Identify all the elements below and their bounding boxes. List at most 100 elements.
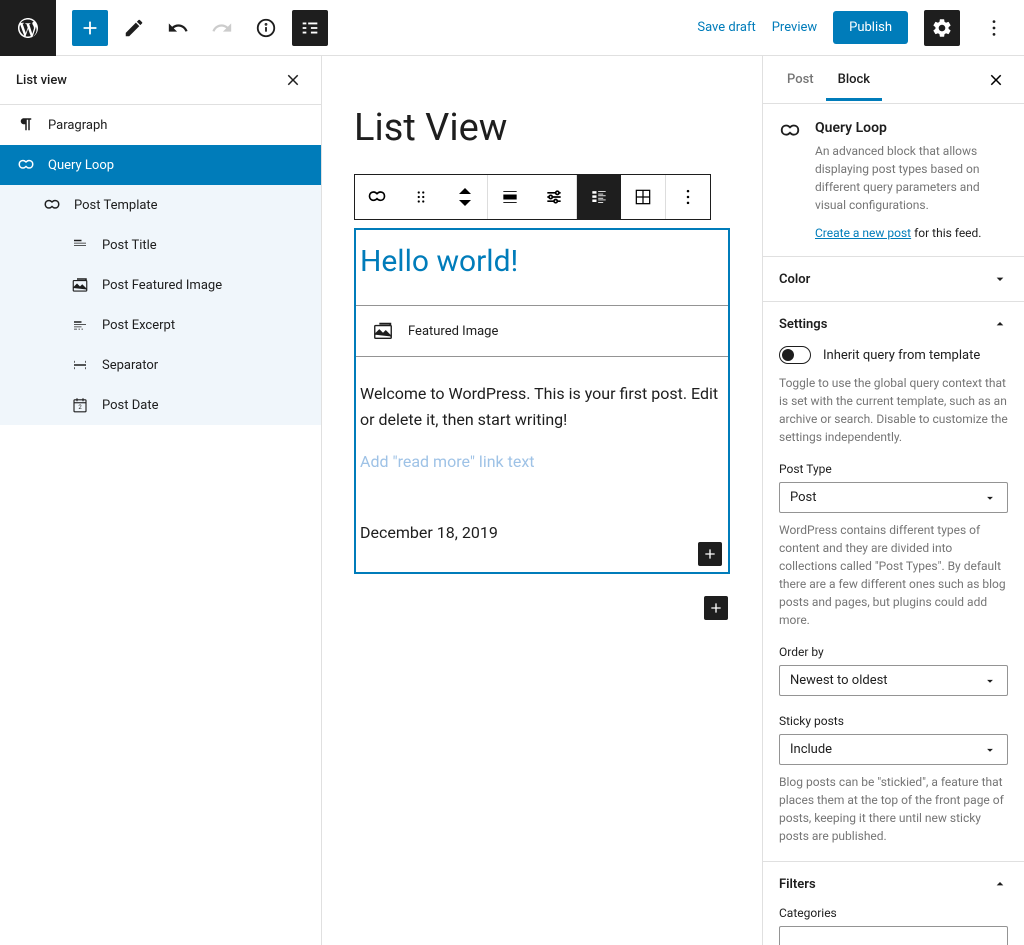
add-block-button[interactable] [72,10,108,46]
chevron-up-icon [992,876,1008,892]
categories-input[interactable] [779,926,1008,945]
undo-button[interactable] [160,10,196,46]
align-button[interactable] [488,175,532,219]
settings-button[interactable] [924,10,960,46]
list-view-panel: List view Paragraph Query Loop Post Temp… [0,56,322,945]
chevron-down-icon [983,674,997,688]
query-loop-block[interactable]: Hello world! Featured Image Welcome to W… [354,228,730,574]
add-block-inside-button[interactable] [698,542,722,566]
tree-item-label: Separator [102,358,158,373]
tree-item-paragraph[interactable]: Paragraph [0,105,321,145]
featured-image-icon [372,320,394,342]
inherit-query-toggle[interactable] [779,346,811,364]
create-post-link[interactable]: Create a new post [815,226,911,240]
panel-filters-header[interactable]: Filters [763,862,1024,906]
tree-item-post-template[interactable]: Post Template [0,185,321,225]
date-icon: 2 [70,395,90,415]
tree-item-label: Post Excerpt [102,318,175,333]
tree-item-label: Post Date [102,398,158,413]
tree-item-post-excerpt[interactable]: Post Excerpt [0,305,321,345]
tree-item-post-title[interactable]: Post Title [0,225,321,265]
sidebar-close-button[interactable] [980,64,1012,96]
toolbar-right-group: Save draft Preview Publish [697,10,1024,46]
move-up-down-button[interactable] [443,175,487,219]
block-toolbar [354,174,711,220]
list-view-close-button[interactable] [281,68,305,92]
post-date-block[interactable]: December 18, 2019 [356,511,728,572]
sticky-posts-select[interactable]: Include [779,734,1008,765]
top-toolbar: Save draft Preview Publish [0,0,1024,56]
page-title[interactable]: List View [354,106,730,150]
chevron-down-icon [992,271,1008,287]
panel-settings: Settings Inherit query from template Tog… [763,302,1024,862]
chevron-down-icon [983,743,997,757]
featured-image-block[interactable]: Featured Image [356,306,728,357]
inherit-query-help: Toggle to use the global query context t… [779,374,1008,446]
tree-item-post-date[interactable]: 2 Post Date [0,385,321,425]
post-type-value: Post [790,490,817,505]
sidebar-tabs: Post Block [763,56,1024,104]
order-by-select[interactable]: Newest to oldest [779,665,1008,696]
sticky-posts-help: Blog posts can be "stickied", a feature … [779,773,1008,845]
block-type-button[interactable] [355,175,399,219]
post-type-label: Post Type [779,462,1008,476]
tree-item-query-loop[interactable]: Query Loop [0,145,321,185]
post-type-select[interactable]: Post [779,482,1008,513]
sticky-posts-label: Sticky posts [779,714,1008,728]
tab-post[interactable]: Post [775,58,826,101]
list-view-panel-title: List view [16,73,67,88]
tree-item-label: Paragraph [48,118,107,133]
create-post-suffix: for this feed. [911,226,981,240]
info-button[interactable] [248,10,284,46]
panel-filters: Filters Categories [763,862,1024,945]
panel-settings-header[interactable]: Settings [763,302,1024,346]
block-card-title: Query Loop [815,120,1008,136]
more-options-button[interactable] [976,10,1012,46]
post-excerpt-block[interactable]: Welcome to WordPress. This is your first… [356,357,728,438]
query-loop-icon [42,195,62,215]
separator-block[interactable] [356,489,728,511]
list-view-toggle-button[interactable] [292,10,328,46]
read-more-input[interactable]: Add "read more" link text [356,452,728,489]
categories-label: Categories [779,906,1008,920]
panel-color-header[interactable]: Color [763,257,1024,301]
redo-button[interactable] [204,10,240,46]
tree-item-label: Post Template [74,198,158,213]
tree-item-separator[interactable]: Separator [0,345,321,385]
panel-color: Color [763,257,1024,302]
sticky-posts-value: Include [790,742,832,757]
tree-item-label: Post Title [102,238,157,253]
edit-mode-button[interactable] [116,10,152,46]
inherit-query-label: Inherit query from template [823,348,980,363]
tree-item-label: Post Featured Image [102,278,222,293]
preview-button[interactable]: Preview [772,20,817,35]
publish-button[interactable]: Publish [833,11,908,44]
chevron-down-icon [983,491,997,505]
block-more-button[interactable] [666,175,710,219]
drag-handle-button[interactable] [399,175,443,219]
editor-canvas[interactable]: List View Hello world! Fe [322,56,762,945]
query-loop-icon [779,120,803,240]
panel-color-title: Color [779,272,810,287]
panel-settings-title: Settings [779,317,827,332]
paragraph-icon [16,115,36,135]
post-title-block[interactable]: Hello world! [356,230,728,306]
chevron-up-icon [992,316,1008,332]
toolbar-left-group [56,10,328,46]
add-block-after-button[interactable] [704,596,728,620]
query-loop-icon [16,155,36,175]
display-settings-button[interactable] [532,175,576,219]
block-card: Query Loop An advanced block that allows… [763,104,1024,257]
separator-icon [70,355,90,375]
order-by-value: Newest to oldest [790,673,888,688]
list-layout-button[interactable] [577,175,621,219]
save-draft-button[interactable]: Save draft [697,20,755,35]
tab-block[interactable]: Block [826,58,882,101]
grid-layout-button[interactable] [621,175,665,219]
wordpress-logo[interactable] [0,0,56,56]
post-title-icon [70,235,90,255]
post-type-help: WordPress contains different types of co… [779,521,1008,629]
featured-image-icon [70,275,90,295]
tree-item-post-featured-image[interactable]: Post Featured Image [0,265,321,305]
block-card-description: An advanced block that allows displaying… [815,142,1008,214]
